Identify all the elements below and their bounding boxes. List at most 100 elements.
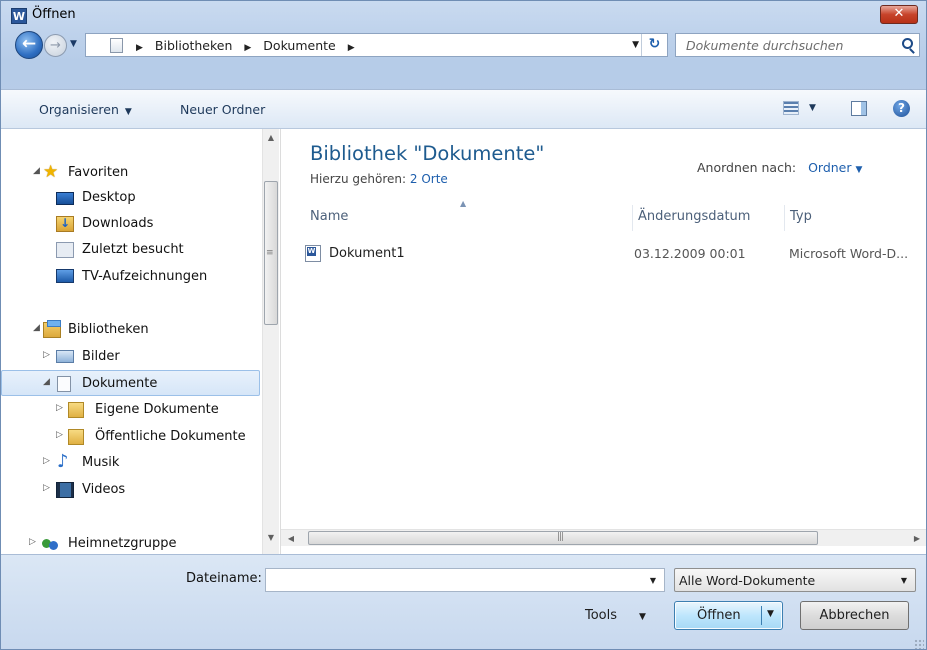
nav-item-recent-places[interactable]: Zuletzt besucht [1,237,260,263]
filetype-select[interactable]: Alle Word-Dokumente ▼ [674,568,916,592]
tools-label: Tools [585,608,618,623]
nav-label-videos: Videos [82,482,126,497]
address-history-dropdown-icon[interactable]: ▼ [632,40,639,50]
scroll-right-icon[interactable]: ▶ [909,530,925,547]
arrange-by: Anordnen nach: Ordner ▼ [697,160,862,175]
expanded-icon[interactable]: ◢ [43,377,50,387]
file-row[interactable]: Dokument1 03.12.2009 00:01 Microsoft Wor… [305,243,915,265]
breadcrumb-item-documents[interactable]: Dokumente [263,38,335,53]
column-header-type[interactable]: Typ [785,205,915,231]
organize-label: Organisieren [39,102,119,117]
change-view-icon[interactable] [783,101,799,115]
back-button[interactable]: ← [15,31,43,59]
breadcrumb-separator-icon[interactable]: ▶ [244,43,251,53]
recent-places-icon [56,242,74,258]
file-name: Dokument1 [329,246,405,261]
cancel-button[interactable]: Abbrechen [800,601,909,630]
collapsed-icon[interactable]: ▷ [43,350,50,360]
nav-item-music[interactable]: ▷ ♪ Musik [1,450,260,476]
documents-location-icon [110,38,123,53]
nav-item-pictures[interactable]: ▷ Bilder [1,344,260,370]
address-bar[interactable]: ▶ Bibliotheken ▶ Dokumente ▶ ▼ ↻ [85,33,668,57]
close-button[interactable]: ✕ [880,5,918,24]
nav-label-my-documents: Eigene Dokumente [95,402,219,417]
scroll-up-icon[interactable]: ▲ [263,129,279,146]
horizontal-scrollbar[interactable]: ◀ ||| ▶ [281,529,926,547]
open-label: Öffnen [697,608,741,623]
filename-input[interactable] [266,569,636,591]
nav-item-recorded-tv[interactable]: TV-Aufzeichnungen [1,264,260,290]
collapsed-icon[interactable]: ▷ [56,403,63,413]
includes-label: Hierzu gehören: [310,172,407,186]
new-folder-button[interactable]: Neuer Ordner [180,102,265,117]
filename-field[interactable]: ▼ [265,568,665,592]
search-box[interactable] [675,33,920,57]
nav-label-homegroup: Heimnetzgruppe [68,536,177,551]
nav-item-libraries[interactable]: ◢ Bibliotheken [1,317,260,343]
column-header-name[interactable]: Name [305,205,633,231]
view-options-chevron-icon[interactable]: ▼ [809,103,816,113]
nav-item-homegroup[interactable]: ▷ Heimnetzgruppe [1,531,260,554]
file-type: Microsoft Word-D... [789,246,909,261]
help-icon[interactable]: ? [893,100,910,117]
library-title: Bibliothek "Dokumente" [310,142,545,165]
word-app-icon: W [11,8,27,24]
filename-history-dropdown-icon[interactable]: ▼ [650,576,656,585]
title-bar: W Öffnen ✕ [1,1,926,29]
expanded-icon[interactable]: ◢ [33,166,40,176]
libraries-icon [43,320,61,338]
recorded-tv-icon [56,269,74,283]
collapsed-icon[interactable]: ▷ [29,537,36,547]
nav-item-my-documents[interactable]: ▷ Eigene Dokumente [1,397,260,423]
videos-icon [56,482,74,498]
arrange-by-dropdown[interactable]: Ordner ▼ [808,160,862,175]
nav-label-music: Musik [82,455,120,470]
collapsed-icon[interactable]: ▷ [56,430,63,440]
search-icon[interactable] [902,38,913,49]
nav-label-recorded-tv: TV-Aufzeichnungen [82,269,208,284]
refresh-button[interactable]: ↻ [641,34,667,56]
preview-pane-icon[interactable] [851,101,867,116]
navigation-row: ← → ▼ ▶ Bibliotheken ▶ Dokumente ▶ ▼ ↻ [1,29,926,61]
chevron-down-icon: ▼ [900,576,907,585]
star-icon: ★ [43,162,59,182]
nav-label-pictures: Bilder [82,349,120,364]
nav-label-downloads: Downloads [82,216,154,231]
nav-item-documents[interactable]: ◢ Dokumente [1,370,260,396]
nav-item-favorites[interactable]: ◢ ★ Favoriten [1,160,260,186]
open-button[interactable]: Öffnen ▼ [674,601,783,630]
horizontal-scrollbar-thumb[interactable]: ||| [308,531,818,545]
folder-icon [68,429,84,445]
scroll-down-icon[interactable]: ▼ [263,529,279,546]
breadcrumb-separator-icon[interactable]: ▶ [136,43,143,53]
nav-item-downloads[interactable]: Downloads [1,211,260,237]
arrange-value: Ordner [808,160,852,175]
navigation-scrollbar[interactable]: ▲ ≡ ▼ [262,129,279,554]
recent-pages-dropdown-icon[interactable]: ▼ [70,39,77,49]
forward-button[interactable]: → [44,34,67,57]
nav-item-desktop[interactable]: Desktop [1,185,260,211]
folder-icon [68,402,84,418]
resize-grip-icon[interactable] [914,639,924,649]
window-title: Öffnen [32,7,76,22]
breadcrumb-separator-icon[interactable]: ▶ [348,43,355,53]
nav-item-videos[interactable]: ▷ Videos [1,477,260,503]
organize-button[interactable]: Organisieren ▼ [39,102,132,117]
scroll-left-icon[interactable]: ◀ [283,530,299,547]
column-header-date[interactable]: Änderungsdatum [633,205,785,231]
command-toolbar: Organisieren ▼ Neuer Ordner ▼ ? [1,89,926,129]
collapsed-icon[interactable]: ▷ [43,483,50,493]
breadcrumb-item-libraries[interactable]: Bibliotheken [155,38,233,53]
column-name-label: Name [310,209,349,224]
nav-item-public-documents[interactable]: ▷ Öffentliche Dokumente [1,424,260,450]
search-input[interactable] [676,34,891,56]
breadcrumb: ▶ Bibliotheken ▶ Dokumente ▶ [136,38,363,53]
pictures-library-icon [56,350,74,363]
expanded-icon[interactable]: ◢ [33,323,40,333]
nav-label-desktop: Desktop [82,190,136,205]
word-document-icon [305,245,321,262]
open-options-chevron-icon[interactable]: ▼ [767,609,774,619]
collapsed-icon[interactable]: ▷ [43,456,50,466]
locations-link[interactable]: 2 Orte [410,172,448,186]
tools-button[interactable]: Tools ▼ [585,608,646,623]
